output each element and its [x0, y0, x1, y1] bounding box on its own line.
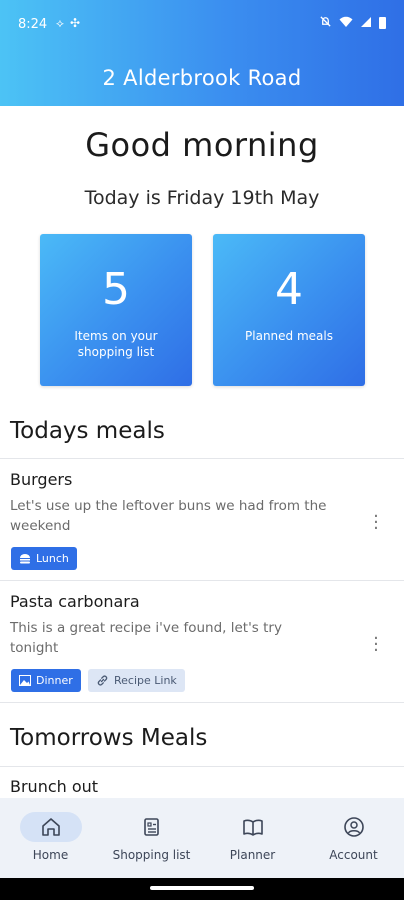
- stat-label: Planned meals: [245, 329, 333, 343]
- meal-tag-lunch[interactable]: Lunch: [11, 547, 77, 570]
- tag-label: Dinner: [36, 674, 73, 687]
- nav-label: Account: [329, 848, 378, 862]
- burger-icon: [20, 554, 30, 564]
- divider: [0, 766, 404, 767]
- battery-icon: [379, 17, 386, 29]
- meal-tag-dinner[interactable]: Dinner: [11, 669, 81, 692]
- divider: [0, 458, 404, 459]
- status-bar: 8:24 ⟡✣: [0, 0, 404, 52]
- nav-item-shopping-list[interactable]: Shopping list: [101, 798, 202, 878]
- stat-label: Items on your shopping list: [74, 329, 158, 359]
- more-options-icon[interactable]: · · ·: [368, 630, 384, 660]
- meal-description: This is a great recipe i've found, let's…: [10, 620, 282, 656]
- meal-item[interactable]: Pasta carbonara This is a great recipe i…: [0, 592, 404, 700]
- mute-icon: [319, 15, 332, 31]
- image-icon: [19, 675, 31, 686]
- link-icon: [97, 675, 108, 686]
- app-title: 2 Alderbrook Road: [102, 66, 302, 90]
- nav-item-account[interactable]: Account: [303, 798, 404, 878]
- cast-icon: ⟡: [56, 16, 70, 30]
- book-icon: [242, 819, 263, 836]
- screen: 8:24 ⟡✣ 2 Alderbrook Road Good morning T…: [0, 0, 404, 900]
- meal-description: Let's use up the leftover buns we had fr…: [10, 498, 327, 534]
- planned-meals-stat-card[interactable]: 4 Planned meals: [213, 234, 365, 386]
- nav-label: Home: [32, 848, 69, 862]
- divider: [0, 702, 404, 703]
- signal-icon: [360, 16, 372, 31]
- meal-name: Pasta carbonara: [10, 592, 140, 611]
- nav-item-home[interactable]: Home: [0, 798, 101, 878]
- system-icons: [319, 15, 386, 31]
- bottom-navigation: Home Shopping list Planner Account: [0, 798, 404, 878]
- more-options-icon[interactable]: · · ·: [368, 508, 384, 538]
- tag-label: Recipe Link: [114, 674, 177, 687]
- nav-label: Planner: [229, 848, 276, 862]
- meal-name: Burgers: [10, 470, 73, 489]
- gesture-navigation-bar: [0, 878, 404, 900]
- shopping-list-stat-card[interactable]: 5 Items on your shopping list: [40, 234, 192, 386]
- meal-name: Brunch out: [10, 777, 99, 796]
- recipe-link-tag[interactable]: Recipe Link: [88, 669, 185, 692]
- tomorrows-meals-heading: Tomorrows Meals: [10, 725, 208, 751]
- greeting-heading: Good morning: [85, 126, 319, 164]
- todays-meals-heading: Todays meals: [10, 418, 165, 444]
- tag-label: Lunch: [36, 552, 69, 565]
- account-icon: [343, 817, 364, 837]
- meal-item[interactable]: Burgers Let's use up the leftover buns w…: [0, 470, 404, 578]
- fan-icon: ✣: [69, 16, 86, 30]
- list-icon: [143, 818, 159, 836]
- today-date-text: Today is Friday 19th May: [84, 187, 320, 209]
- status-time: 8:24: [18, 17, 48, 32]
- divider: [0, 580, 404, 581]
- app-header: 8:24 ⟡✣ 2 Alderbrook Road: [0, 0, 404, 106]
- wifi-icon: [339, 16, 353, 31]
- nav-item-planner[interactable]: Planner: [202, 798, 303, 878]
- home-gesture-handle[interactable]: [150, 886, 254, 890]
- notification-icons: ⟡✣: [56, 16, 86, 31]
- stat-value: 4: [275, 264, 303, 315]
- home-icon: [41, 818, 60, 836]
- nav-label: Shopping list: [112, 848, 191, 862]
- stat-value: 5: [102, 264, 130, 315]
